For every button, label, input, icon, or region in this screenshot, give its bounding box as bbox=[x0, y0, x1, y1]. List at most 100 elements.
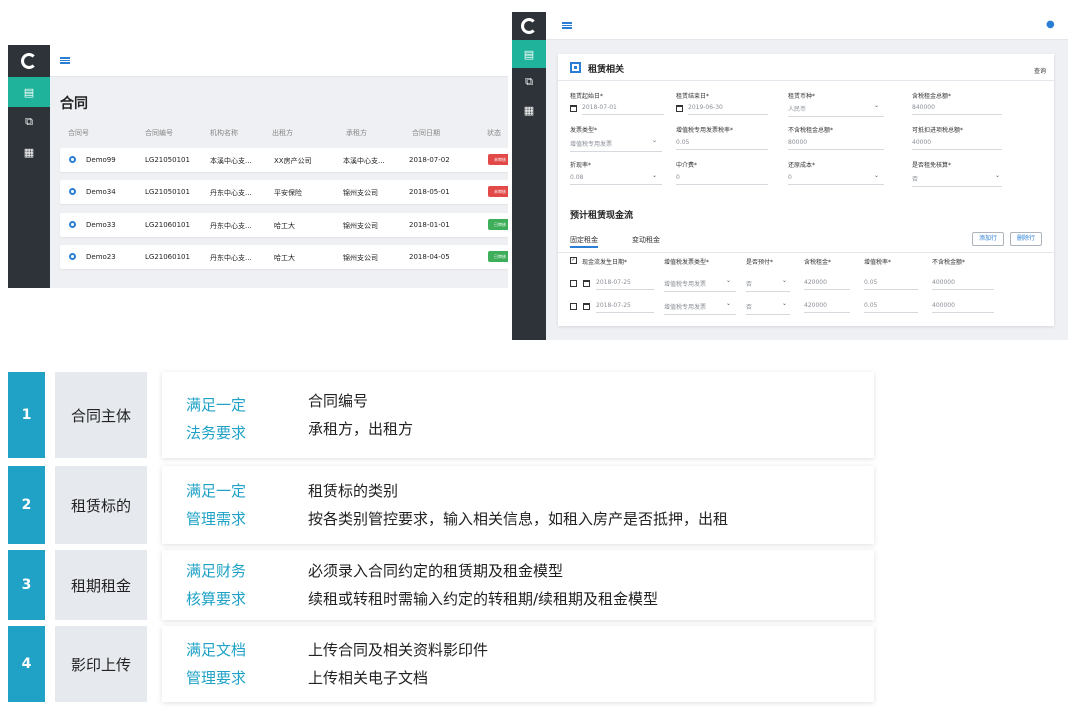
total-rent-label: 含税租金总额* bbox=[912, 93, 952, 100]
nav-grid[interactable]: ▦ bbox=[512, 96, 546, 124]
contract-no: LG21060101 bbox=[145, 253, 190, 261]
cf-date-field[interactable]: 2018-07-25 bbox=[596, 279, 654, 290]
document-icon: ▤ bbox=[23, 85, 35, 99]
need-line: 法务要求 bbox=[186, 424, 247, 442]
nav-grid[interactable]: ▦ bbox=[8, 137, 50, 167]
contract-date: 2018-04-05 bbox=[409, 253, 450, 261]
table-row[interactable]: Demo99 LG21050101 本溪中心支... XX房产公司 本溪中心支.… bbox=[60, 148, 508, 172]
cf-rate-field[interactable]: 0.05 bbox=[864, 279, 918, 290]
chevron-down-icon: ⌄ bbox=[652, 172, 658, 179]
detail-line: 必须录入合同约定的租赁期及租金模型 bbox=[308, 562, 564, 580]
add-row-button[interactable]: 添加行 bbox=[972, 232, 1005, 246]
contract-id[interactable]: Demo34 bbox=[86, 188, 116, 196]
org-name: 本溪中心支... bbox=[210, 157, 252, 165]
user-icon[interactable]: ● bbox=[1046, 19, 1055, 30]
logo-ring-icon bbox=[21, 53, 37, 69]
detail-line: 合同编号 bbox=[308, 392, 369, 410]
status-badge: 未审核 bbox=[488, 186, 508, 197]
contract-id[interactable]: Demo33 bbox=[86, 221, 116, 229]
end-date-field[interactable]: 2019-06-30 bbox=[688, 104, 768, 115]
lease-card: 租赁相关 查询 租赁起始日* 2018-07-01 租赁结束日* 2019-06… bbox=[558, 54, 1054, 326]
contract-no: LG21050101 bbox=[145, 156, 190, 164]
menu-icon[interactable] bbox=[562, 22, 572, 29]
row-checkbox[interactable] bbox=[570, 280, 577, 287]
app-logo bbox=[8, 45, 50, 77]
section-square-icon bbox=[570, 62, 581, 73]
table-row[interactable]: Demo33 LG21060101 丹东中心支... 哈工大 锦州支公司 201… bbox=[60, 213, 508, 237]
menu-icon[interactable] bbox=[60, 57, 70, 64]
vat-rate-field[interactable]: 0.05 bbox=[676, 139, 768, 150]
delete-row-button[interactable]: 删除行 bbox=[1010, 232, 1043, 246]
cf-net-field[interactable]: 400000 bbox=[932, 302, 994, 313]
table-row[interactable]: Demo34 LG21050101 丹东中心支... 平安保险 锦州支公司 20… bbox=[60, 180, 508, 204]
side-rail: ▤ ⧉ ▦ bbox=[8, 45, 50, 288]
restore-cost-select[interactable]: 0 bbox=[788, 174, 884, 185]
rent-ex-tax-field[interactable]: 80000 bbox=[788, 139, 884, 150]
col-header: 合同日期 bbox=[412, 129, 440, 137]
grid-icon: ▦ bbox=[23, 145, 35, 159]
logo-ring-icon bbox=[521, 18, 537, 34]
contract-list-screenshot: ▤ ⧉ ▦ 合同 合同号 合同编号 机构名称 出租方 承租方 合同日期 状态 D… bbox=[8, 45, 508, 288]
total-rent-field[interactable]: 840000 bbox=[912, 104, 1002, 115]
cf-col-header: 增值税发票类型* bbox=[664, 259, 710, 266]
contract-id[interactable]: Demo23 bbox=[86, 253, 116, 261]
cf-col-header: 含税租金* bbox=[804, 259, 832, 266]
select-all-checkbox[interactable]: ✓ bbox=[570, 257, 577, 264]
row-number: 1 bbox=[8, 372, 45, 458]
calendar-icon[interactable] bbox=[676, 105, 683, 112]
deductible-tax-label: 可抵扣进项税总额* bbox=[912, 127, 964, 134]
lessor: 平安保险 bbox=[274, 189, 302, 197]
cf-rent-field[interactable]: 420000 bbox=[804, 279, 850, 290]
cf-rent-field[interactable]: 420000 bbox=[804, 302, 850, 313]
agent-fee-field[interactable]: 0 bbox=[676, 174, 768, 185]
category-cell: 影印上传 bbox=[55, 626, 147, 702]
rent-free-select[interactable]: 否 bbox=[912, 174, 1002, 187]
calendar-icon[interactable] bbox=[583, 303, 590, 310]
need-line: 管理需求 bbox=[186, 510, 247, 528]
lessor: 哈工大 bbox=[274, 254, 295, 262]
lessor: XX房产公司 bbox=[274, 157, 312, 165]
lessee: 锦州支公司 bbox=[343, 254, 378, 262]
deductible-tax-field[interactable]: 40000 bbox=[912, 139, 1002, 150]
nav-copy[interactable]: ⧉ bbox=[512, 68, 546, 96]
cashflow-title: 预计租赁现金流 bbox=[570, 211, 634, 221]
chevron-down-icon: ⌄ bbox=[726, 277, 732, 284]
side-rail: ▤ ⧉ ▦ bbox=[512, 12, 546, 340]
row-marker-icon bbox=[69, 221, 76, 228]
calendar-icon[interactable] bbox=[583, 280, 590, 287]
rent-ex-tax-label: 不含税租金总额* bbox=[788, 127, 834, 134]
invoice-type-select[interactable]: 增值税专用发票 bbox=[570, 139, 662, 152]
detail-line: 承租方，出租方 bbox=[308, 420, 414, 438]
end-date-label: 租赁结束日* bbox=[676, 93, 710, 100]
nav-copy[interactable]: ⧉ bbox=[8, 107, 50, 137]
divider bbox=[558, 252, 1054, 253]
invoice-type-label: 发票类型* bbox=[570, 127, 598, 134]
query-link[interactable]: 查询 bbox=[1034, 66, 1046, 75]
table-row[interactable]: Demo23 LG21060101 丹东中心支... 哈工大 锦州支公司 201… bbox=[60, 245, 508, 269]
status-badge: 已审核 bbox=[488, 251, 508, 262]
nav-contract[interactable]: ▤ bbox=[8, 77, 50, 107]
cf-rate-field[interactable]: 0.05 bbox=[864, 302, 918, 313]
tab-fixed-rent[interactable]: 固定租金 bbox=[570, 235, 598, 245]
lease-form-screenshot: ▤ ⧉ ▦ ● 租赁相关 查询 租赁起始日* 2018-07-01 租赁结束日*… bbox=[512, 12, 1068, 340]
currency-select[interactable]: 人民币 bbox=[788, 104, 884, 117]
contract-date: 2018-01-01 bbox=[409, 221, 450, 229]
requirement-panel: 满足文档 管理要求 上传合同及相关资料影印件 上传相关电子文档 bbox=[162, 626, 874, 702]
row-checkbox[interactable] bbox=[570, 303, 577, 310]
chevron-down-icon: ⌄ bbox=[995, 172, 1001, 179]
cf-col-header: 现金流发生日期* bbox=[582, 259, 628, 266]
row-number: 2 bbox=[8, 466, 45, 544]
start-date-field[interactable]: 2018-07-01 bbox=[582, 104, 664, 115]
chevron-down-icon: ⌄ bbox=[726, 300, 732, 307]
calendar-icon[interactable] bbox=[570, 105, 577, 112]
nav-contract[interactable]: ▤ bbox=[512, 40, 546, 68]
contract-id[interactable]: Demo99 bbox=[86, 156, 116, 164]
copy-icon: ⧉ bbox=[25, 115, 33, 128]
requirement-panel: 满足一定 管理需求 租赁标的类别 按各类别管控要求，输入相关信息，如租入房产是否… bbox=[162, 466, 874, 544]
tab-variable-rent[interactable]: 变动租金 bbox=[632, 235, 660, 245]
start-date-label: 租赁起始日* bbox=[570, 93, 604, 100]
contract-no: LG21050101 bbox=[145, 188, 190, 196]
discount-rate-select[interactable]: 0.08 bbox=[570, 174, 662, 185]
cf-date-field[interactable]: 2018-07-25 bbox=[596, 302, 654, 313]
cf-net-field[interactable]: 400000 bbox=[932, 279, 994, 290]
